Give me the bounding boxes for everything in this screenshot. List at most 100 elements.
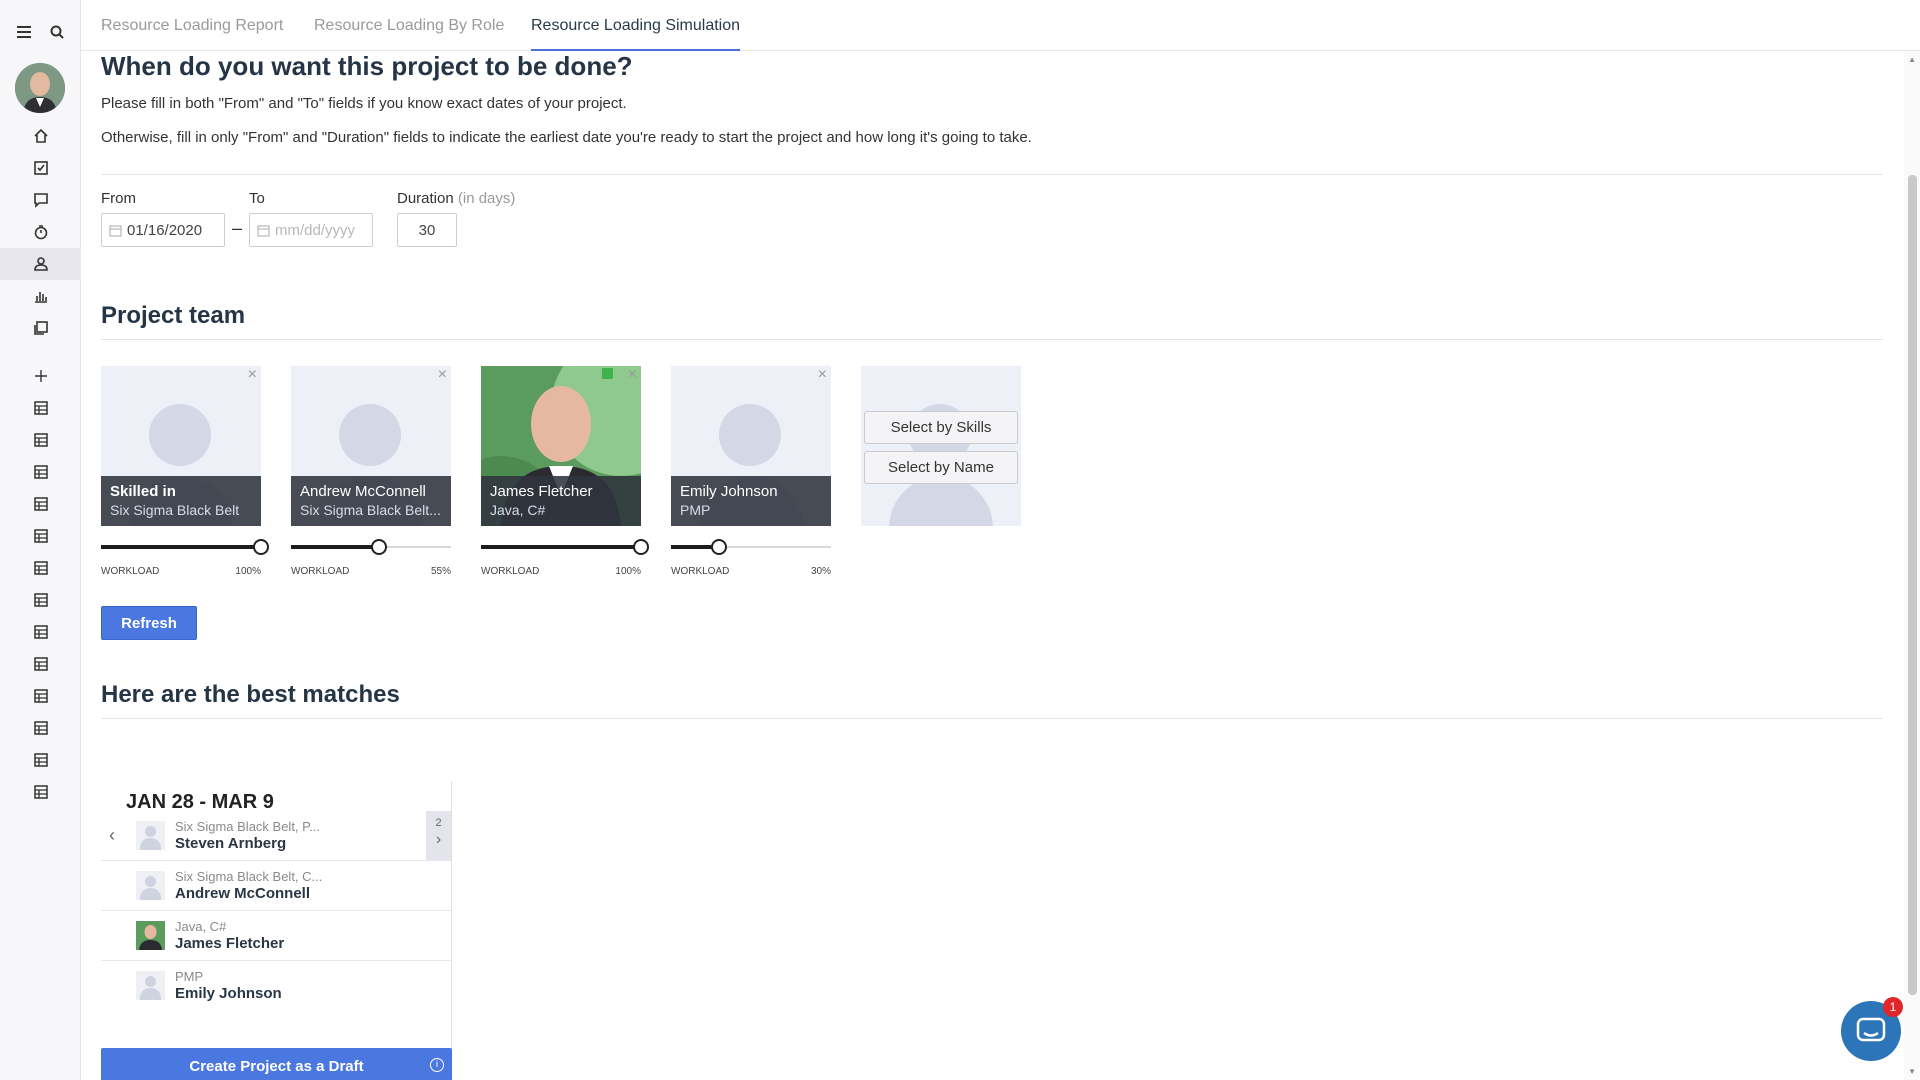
remove-close-icon[interactable]: × (628, 367, 637, 383)
member-name: Andrew McConnell (300, 483, 426, 500)
member-skills: Java, C# (490, 502, 546, 518)
workload-slider[interactable] (291, 539, 451, 555)
add-plus-icon[interactable] (0, 360, 81, 392)
match-name: Steven Arnberg (175, 835, 287, 852)
nav-table-icon[interactable] (0, 648, 81, 680)
nav-tasks-icon[interactable] (0, 152, 81, 184)
list-item[interactable]: Java, C# James Fletcher (101, 911, 451, 961)
match-skills: Six Sigma Black Belt, C... (175, 869, 323, 884)
from-date-input[interactable]: 01/16/2020 (101, 213, 225, 247)
nav-table-icon[interactable] (0, 584, 81, 616)
status-tag-icon (602, 368, 613, 379)
match-name: James Fletcher (175, 935, 285, 952)
nav-user-icon[interactable] (0, 248, 81, 280)
nav-table-icon[interactable] (0, 424, 81, 456)
workload-slider[interactable] (101, 539, 269, 555)
nav-chart-icon[interactable] (0, 280, 81, 312)
match-skills: Six Sigma Black Belt, P... (175, 819, 320, 834)
scroll-thumb[interactable] (1908, 175, 1917, 995)
nav-table-icon[interactable] (0, 456, 81, 488)
page-scrollbar[interactable]: ▲ ▼ (1904, 51, 1920, 1080)
nav-timer-icon[interactable] (0, 216, 81, 248)
tab-bar: Resource Loading Report Resource Loading… (81, 0, 1920, 51)
date-range-dash: – (232, 218, 243, 238)
refresh-button[interactable]: Refresh (101, 606, 197, 640)
select-by-skills-button[interactable]: Select by Skills (864, 411, 1018, 444)
nav-table-icon[interactable] (0, 776, 81, 808)
from-date-value: 01/16/2020 (127, 221, 203, 239)
to-date-input[interactable]: mm/dd/yyyy (249, 213, 373, 247)
slider-knob[interactable] (633, 539, 649, 555)
chevron-left-icon[interactable]: ‹ (109, 825, 115, 846)
remove-close-icon[interactable]: × (438, 367, 447, 383)
notification-badge: 1 (1883, 997, 1903, 1017)
next-option-button[interactable]: 2 › (426, 811, 451, 861)
workload-value: 100% (235, 566, 261, 577)
workload-caption: WORKLOAD 30% (671, 566, 831, 577)
team-member-emily-johnson[interactable]: × Emily Johnson PMP (671, 366, 831, 526)
tab-resource-loading-by-role[interactable]: Resource Loading By Role (314, 0, 504, 51)
tab-resource-loading-simulation[interactable]: Resource Loading Simulation (531, 0, 741, 51)
workload-slider[interactable] (671, 539, 831, 555)
scroll-down-arrow-icon[interactable]: ▼ (1908, 1067, 1916, 1076)
nav-comments-icon[interactable] (0, 184, 81, 216)
match-skills: PMP (175, 969, 204, 984)
workload-slider[interactable] (481, 539, 649, 555)
workload-caption: WORKLOAD 100% (481, 566, 641, 577)
member-name: Emily Johnson (680, 483, 778, 500)
team-member-james-fletcher[interactable]: × James Fletcher Java, C# (481, 366, 641, 526)
duration-value: 30 (418, 221, 436, 239)
team-member-andrew-mcconnell[interactable]: × Andrew McConnell Six Sigma Black Belt.… (291, 366, 451, 526)
nav-table-icon[interactable] (0, 520, 81, 552)
nav-table-icon[interactable] (0, 552, 81, 584)
select-by-name-button[interactable]: Select by Name (864, 451, 1018, 484)
slider-knob[interactable] (253, 539, 269, 555)
create-draft-label: Create Project as a Draft (189, 1057, 364, 1075)
divider (101, 718, 1883, 719)
create-draft-button[interactable]: Create Project as a Draft i (101, 1048, 452, 1080)
list-item[interactable]: Six Sigma Black Belt, C... Andrew McConn… (101, 861, 451, 911)
slider-knob[interactable] (371, 539, 387, 555)
scroll-up-arrow-icon[interactable]: ▲ (1908, 55, 1916, 64)
option-count: 2 (435, 817, 442, 829)
user-avatar[interactable] (15, 63, 65, 113)
slider-knob[interactable] (711, 539, 727, 555)
chat-launcher-button[interactable]: 1 (1841, 997, 1903, 1061)
hamburger-icon[interactable] (10, 18, 38, 46)
duration-label-text: Duration (397, 190, 454, 207)
add-member-card: Select by Skills Select by Name (861, 366, 1021, 526)
member-label: James Fletcher Java, C# (481, 476, 641, 526)
match-name: Emily Johnson (175, 985, 282, 1002)
nav-table-icon[interactable] (0, 616, 81, 648)
workload-value: 55% (430, 566, 451, 577)
placeholder-avatar-icon (149, 404, 211, 466)
placeholder-avatar-icon (719, 404, 781, 466)
nav-documents-icon[interactable] (0, 312, 81, 344)
member-label: Andrew McConnell Six Sigma Black Belt... (291, 476, 451, 526)
best-matches-heading: Here are the best matches (101, 681, 400, 708)
nav-table-icon[interactable] (0, 392, 81, 424)
workload-value: 30% (810, 566, 831, 577)
calendar-icon (257, 225, 270, 236)
duration-input[interactable]: 30 (397, 213, 457, 247)
search-icon[interactable] (43, 18, 71, 46)
nav-table-icon[interactable] (0, 488, 81, 520)
team-slot-skilled[interactable]: × Skilled in Six Sigma Black Belt (101, 366, 261, 526)
remove-close-icon[interactable]: × (818, 367, 827, 383)
calendar-icon (109, 225, 122, 236)
from-label: From (101, 190, 136, 207)
list-item[interactable]: ‹ Six Sigma Black Belt, P... Steven Arnb… (101, 811, 451, 861)
nav-table-icon[interactable] (0, 712, 81, 744)
nav-home-icon[interactable] (0, 120, 81, 152)
nav-table-icon[interactable] (0, 680, 81, 712)
avatar (136, 821, 165, 850)
match-skills: Java, C# (175, 919, 227, 934)
slider-fill (481, 545, 641, 549)
info-icon[interactable]: i (430, 1058, 444, 1072)
tab-resource-loading-report[interactable]: Resource Loading Report (101, 0, 283, 51)
list-item[interactable]: PMP Emily Johnson (101, 961, 451, 1011)
workload-label: WORKLOAD (671, 566, 730, 577)
nav-table-icon[interactable] (0, 744, 81, 776)
match-name: Andrew McConnell (175, 885, 311, 902)
remove-close-icon[interactable]: × (248, 367, 257, 383)
